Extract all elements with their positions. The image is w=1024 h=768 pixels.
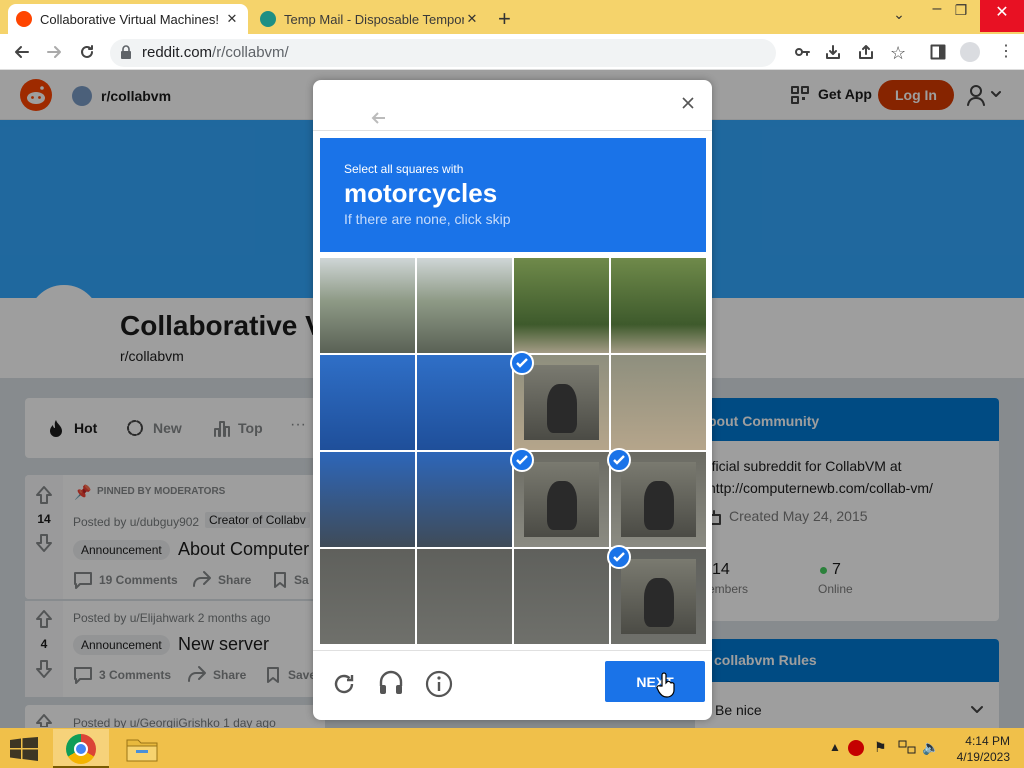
- share-icon[interactable]: [858, 44, 874, 60]
- chrome-taskbar-button[interactable]: [53, 729, 109, 768]
- selected-check-icon: [607, 448, 631, 472]
- info-icon[interactable]: [425, 670, 453, 698]
- volume-icon[interactable]: 🔈: [922, 739, 939, 756]
- clock[interactable]: 4:14 PM 4/19/2023: [950, 733, 1010, 765]
- bookmark-star-icon[interactable]: ☆: [890, 43, 906, 64]
- captcha-tile[interactable]: [417, 355, 512, 450]
- captcha-tile[interactable]: [611, 355, 706, 450]
- captcha-tile[interactable]: [320, 452, 415, 547]
- back-arrow-icon[interactable]: [371, 110, 387, 126]
- selected-check-icon: [510, 448, 534, 472]
- tile-image: [611, 355, 706, 450]
- captcha-tile[interactable]: [320, 549, 415, 644]
- tile-image: [621, 559, 696, 634]
- hand-cursor-icon: [656, 672, 676, 698]
- captcha-tile[interactable]: [417, 549, 512, 644]
- tile-image: [417, 355, 512, 450]
- tab-search-icon[interactable]: ⌄: [884, 6, 914, 23]
- profile-icon[interactable]: [960, 42, 980, 62]
- tile-image: [514, 258, 609, 353]
- motorcycle-shape: [643, 480, 674, 530]
- temp-mail-favicon-icon: [260, 11, 276, 27]
- hint-text: If there are none, click skip: [344, 211, 511, 227]
- tab-title: Temp Mail - Disposable Tempora: [284, 11, 464, 27]
- motorcycle-shape: [643, 577, 674, 627]
- divider: [313, 130, 712, 131]
- tile-image: [621, 462, 696, 537]
- tile-image: [524, 365, 599, 440]
- show-hidden-icons[interactable]: ▲: [829, 740, 841, 754]
- captcha-tile[interactable]: [417, 452, 512, 547]
- tile-image: [417, 258, 512, 353]
- url-path: /r/collabvm/: [212, 44, 289, 61]
- next-button[interactable]: NEXT: [605, 661, 705, 702]
- back-icon[interactable]: [12, 42, 32, 62]
- windows-start-icon[interactable]: [10, 737, 38, 761]
- close-window-button[interactable]: ✕: [980, 0, 1024, 32]
- instruction-text: Select all squares with: [344, 162, 464, 176]
- tile-image: [417, 549, 512, 644]
- close-tab-icon[interactable]: ✕: [224, 11, 240, 27]
- network-icon[interactable]: [898, 739, 916, 755]
- tile-image: [417, 452, 512, 547]
- tile-image: [320, 549, 415, 644]
- captcha-tile[interactable]: [514, 549, 609, 644]
- chrome-icon: [66, 734, 96, 764]
- tab-title: Collaborative Virtual Machines!: [40, 11, 219, 27]
- forward-icon[interactable]: [44, 42, 64, 62]
- target-object: motorcycles: [344, 178, 498, 208]
- key-icon[interactable]: [794, 44, 810, 60]
- reload-challenge-icon[interactable]: [331, 671, 357, 697]
- divider: [313, 650, 712, 651]
- captcha-tile[interactable]: [611, 258, 706, 353]
- captcha-tile[interactable]: [320, 355, 415, 450]
- clock-date: 4/19/2023: [956, 750, 1010, 764]
- side-panel-icon[interactable]: [930, 44, 946, 60]
- menu-kebab-icon[interactable]: ⋮: [998, 42, 1014, 62]
- tile-image: [320, 355, 415, 450]
- install-icon[interactable]: [825, 44, 841, 60]
- browser-tab-bar: Collaborative Virtual Machines! ✕ Temp M…: [0, 0, 1024, 34]
- motorcycle-shape: [546, 480, 577, 530]
- reload-icon[interactable]: [77, 42, 97, 62]
- tab-temp-mail[interactable]: Temp Mail - Disposable Tempora ✕: [252, 4, 488, 34]
- captcha-tile[interactable]: [417, 258, 512, 353]
- reddit-favicon-icon: [16, 11, 32, 27]
- new-tab-button[interactable]: +: [498, 6, 511, 32]
- tile-image: [514, 549, 609, 644]
- url-host: reddit.com: [142, 44, 213, 61]
- captcha-tile[interactable]: [514, 258, 609, 353]
- tray-app-icon[interactable]: [848, 740, 864, 756]
- close-tab-icon[interactable]: ✕: [464, 11, 480, 27]
- captcha-tile[interactable]: [320, 258, 415, 353]
- close-icon[interactable]: [680, 95, 696, 111]
- restore-button[interactable]: ❐: [946, 2, 976, 19]
- audio-challenge-icon[interactable]: [378, 669, 404, 697]
- selected-check-icon: [607, 545, 631, 569]
- clock-time: 4:14 PM: [965, 734, 1010, 748]
- selected-check-icon: [510, 351, 534, 375]
- tile-image: [320, 258, 415, 353]
- action-center-flag-icon[interactable]: ⚑: [874, 739, 887, 756]
- lock-icon[interactable]: [120, 45, 132, 59]
- captcha-image-grid: [320, 258, 706, 644]
- file-explorer-icon[interactable]: [126, 736, 158, 762]
- tile-image: [320, 452, 415, 547]
- url-text: reddit.com/r/collabvm/: [142, 44, 289, 61]
- tile-image: [611, 258, 706, 353]
- tab-collabvm[interactable]: Collaborative Virtual Machines! ✕: [8, 4, 248, 34]
- motorcycle-shape: [546, 383, 577, 433]
- tile-image: [524, 462, 599, 537]
